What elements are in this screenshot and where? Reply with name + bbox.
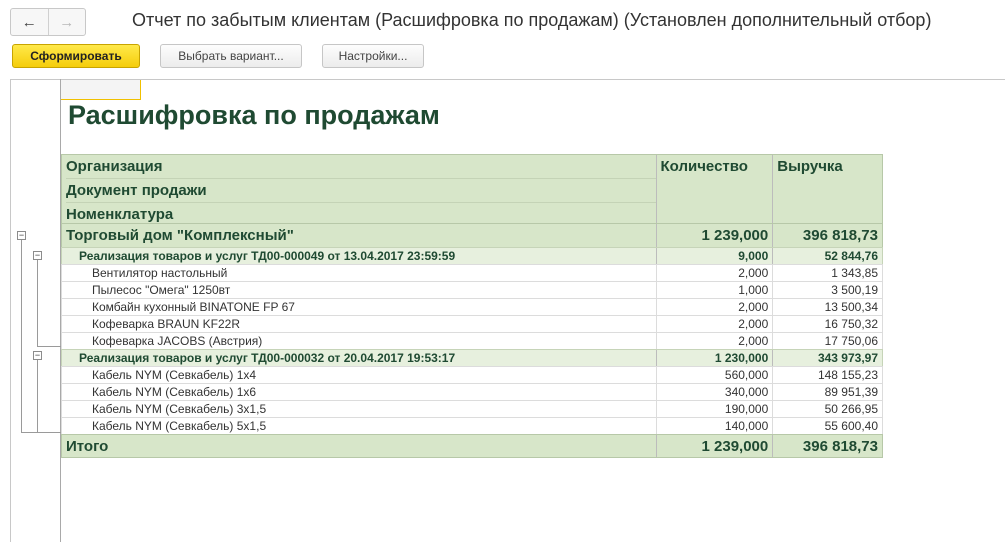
header-nomenclature: Номенклатура [66, 206, 174, 223]
item-revenue: 1 343,85 [772, 265, 882, 281]
item-quantity: 2,000 [655, 316, 773, 332]
window-title: Отчет по забытым клиентам (Расшифровка п… [132, 10, 932, 30]
item-quantity: 340,000 [655, 384, 773, 400]
document-name: Реализация товаров и услуг ТД00-000049 о… [79, 249, 456, 263]
table-header: Организация Документ продажи Номенклатур… [61, 154, 883, 223]
item-revenue: 50 266,95 [772, 401, 882, 417]
item-name: Кофеварка JACOBS (Австрия) [92, 334, 263, 348]
header-revenue: Выручка [772, 155, 882, 223]
tree-line-group-end [21, 432, 61, 433]
item-name: Кабель NYM (Севкабель) 1х6 [92, 385, 257, 399]
arrow-left-icon: ← [21, 13, 37, 31]
tree-line-doc1-end [37, 346, 61, 347]
header-sale-document: Документ продажи [66, 179, 656, 203]
back-button[interactable]: ← [11, 9, 49, 35]
tree-line-doc1 [37, 260, 38, 346]
active-cell[interactable] [61, 80, 141, 100]
item-revenue: 3 500,19 [772, 282, 882, 298]
document-quantity: 1 230,000 [655, 350, 773, 366]
item-quantity: 190,000 [655, 401, 773, 417]
collapse-group-toggle[interactable]: − [17, 231, 26, 240]
group-row[interactable]: Торговый дом "Комплексный" 1 239,000 396… [61, 223, 883, 247]
item-name: Кофеварка BRAUN KF22R [92, 317, 241, 331]
arrow-right-icon: → [59, 13, 75, 31]
item-quantity: 560,000 [655, 367, 773, 383]
table-row[interactable]: Кабель NYM (Севкабель) 1х6 340,000 89 95… [61, 383, 883, 400]
item-quantity: 2,000 [655, 265, 773, 281]
item-quantity: 140,000 [655, 418, 773, 434]
history-nav: ← → [10, 8, 86, 36]
table-row[interactable]: Пылесос "Омега" 1250вт 1,000 3 500,19 [61, 281, 883, 298]
item-quantity: 2,000 [655, 333, 773, 349]
total-row[interactable]: Итого 1 239,000 396 818,73 [61, 434, 883, 458]
tree-line-group [21, 240, 22, 432]
report-frame-top [10, 79, 1005, 80]
document-row[interactable]: Реализация товаров и услуг ТД00-000032 о… [61, 349, 883, 366]
item-revenue: 16 750,32 [772, 316, 882, 332]
total-label: Итого [66, 438, 109, 455]
group-revenue: 396 818,73 [772, 224, 882, 247]
group-name: Торговый дом "Комплексный" [66, 227, 294, 244]
report-table: Организация Документ продажи Номенклатур… [61, 154, 883, 458]
item-revenue: 55 600,40 [772, 418, 882, 434]
item-revenue: 89 951,39 [772, 384, 882, 400]
item-name: Комбайн кухонный BINATONE FP 67 [92, 300, 295, 314]
report-title: Расшифровка по продажам [68, 100, 440, 130]
document-row[interactable]: Реализация товаров и услуг ТД00-000049 о… [61, 247, 883, 264]
header-organization: Организация [66, 155, 656, 179]
item-revenue: 17 750,06 [772, 333, 882, 349]
document-name: Реализация товаров и услуг ТД00-000032 о… [79, 351, 456, 365]
collapse-doc2-toggle[interactable]: − [33, 351, 42, 360]
document-revenue: 52 844,76 [772, 248, 882, 264]
choose-variant-button[interactable]: Выбрать вариант... [160, 44, 302, 68]
table-row[interactable]: Кабель NYM (Севкабель) 1х4 560,000 148 1… [61, 366, 883, 383]
table-row[interactable]: Кофеварка BRAUN KF22R 2,000 16 750,32 [61, 315, 883, 332]
tree-line-doc2 [37, 360, 38, 432]
table-row[interactable]: Кабель NYM (Севкабель) 5х1,5 140,000 55 … [61, 417, 883, 434]
collapse-doc1-toggle[interactable]: − [33, 251, 42, 260]
item-name: Вентилятор настольный [92, 266, 228, 280]
forward-button[interactable]: → [49, 9, 86, 35]
item-name: Кабель NYM (Севкабель) 3х1,5 [92, 402, 267, 416]
settings-button[interactable]: Настройки... [322, 44, 424, 68]
total-quantity: 1 239,000 [655, 435, 773, 457]
header-quantity: Количество [655, 155, 773, 223]
table-row[interactable]: Вентилятор настольный 2,000 1 343,85 [61, 264, 883, 281]
group-quantity: 1 239,000 [655, 224, 773, 247]
document-revenue: 343 973,97 [772, 350, 882, 366]
item-revenue: 13 500,34 [772, 299, 882, 315]
item-name: Кабель NYM (Севкабель) 5х1,5 [92, 419, 267, 433]
header-dimensions: Организация Документ продажи Номенклатур… [62, 155, 656, 223]
document-quantity: 9,000 [655, 248, 773, 264]
item-quantity: 1,000 [655, 282, 773, 298]
table-row[interactable]: Кофеварка JACOBS (Австрия) 2,000 17 750,… [61, 332, 883, 349]
item-name: Кабель NYM (Севкабель) 1х4 [92, 368, 257, 382]
item-name: Пылесос "Омега" 1250вт [92, 283, 231, 297]
item-revenue: 148 155,23 [772, 367, 882, 383]
table-row[interactable]: Комбайн кухонный BINATONE FP 67 2,000 13… [61, 298, 883, 315]
total-revenue: 396 818,73 [772, 435, 882, 457]
table-row[interactable]: Кабель NYM (Севкабель) 3х1,5 190,000 50 … [61, 400, 883, 417]
generate-button[interactable]: Сформировать [12, 44, 140, 68]
item-quantity: 2,000 [655, 299, 773, 315]
report-frame-left [10, 79, 11, 542]
